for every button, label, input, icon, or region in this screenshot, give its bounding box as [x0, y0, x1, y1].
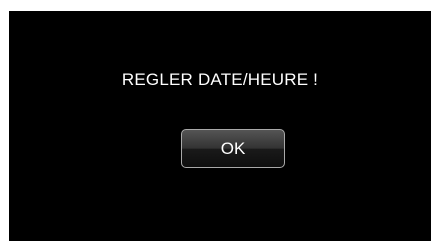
- set-date-time-message: REGLER DATE/HEURE !: [121, 70, 319, 89]
- camera-screen: REGLER DATE/HEURE ! OK: [9, 11, 431, 241]
- ok-button[interactable]: OK: [181, 129, 285, 168]
